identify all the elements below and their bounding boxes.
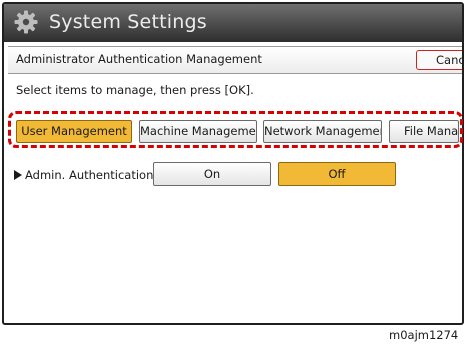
image-caption: m0ajm1274 xyxy=(389,328,459,342)
admin-auth-row-label: Admin. Authentication xyxy=(14,168,153,182)
instruction-text: Select items to manage, then press [OK]. xyxy=(16,83,254,97)
section-title: Administrator Authentication Management xyxy=(16,52,262,66)
gear-icon xyxy=(14,10,38,34)
admin-auth-off-button[interactable]: Off xyxy=(278,162,396,186)
tab-user-management[interactable]: User Management xyxy=(16,120,132,143)
title-bar: System Settings xyxy=(4,4,462,42)
tab-file-management[interactable]: File Management xyxy=(389,120,459,143)
admin-auth-on-button[interactable]: On xyxy=(153,162,271,186)
tab-machine-management[interactable]: Machine Management xyxy=(139,120,257,143)
tab-network-management[interactable]: Network Management xyxy=(263,120,382,143)
section-header: Administrator Authentication Management … xyxy=(8,46,462,74)
cancel-button[interactable]: Cancel xyxy=(416,50,462,70)
admin-auth-label: Admin. Authentication xyxy=(25,168,154,182)
window-title: System Settings xyxy=(49,11,207,33)
triangle-right-icon xyxy=(14,170,22,180)
